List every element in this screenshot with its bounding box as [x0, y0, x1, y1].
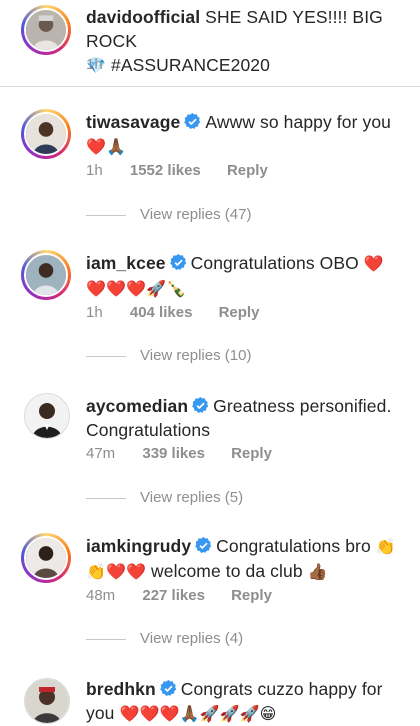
- replies-line: [86, 214, 126, 216]
- comment-meta: 48m 227 likes Reply: [86, 587, 272, 604]
- pray-emoji: 🙏🏾: [106, 137, 127, 156]
- comment-text: iamkingrudy Congratulations bro 👏 👏❤️❤️ w…: [86, 534, 404, 584]
- comment-username[interactable]: bredhkn: [86, 679, 156, 699]
- comment-body: Congratulations bro: [216, 536, 371, 556]
- post-caption: davidoofficial SHE SAID YES!!!! BIG ROCK…: [0, 0, 420, 86]
- avatar-tiwasavage[interactable]: [21, 109, 71, 159]
- heart-emoji: ❤️: [86, 137, 107, 156]
- comment-username[interactable]: aycomedian: [86, 396, 188, 416]
- caption-hashtag[interactable]: #ASSURANCE2020: [111, 55, 270, 75]
- caption-time: 1h: [86, 56, 103, 73]
- comment-body: Congratulations OBO: [190, 253, 359, 273]
- comment-username[interactable]: tiwasavage: [86, 112, 180, 132]
- avatar-iam_kcee[interactable]: [21, 250, 71, 300]
- verified-badge-icon: [192, 397, 209, 414]
- comment-meta: 1h 1552 likes Reply: [86, 162, 268, 179]
- replies-line: [86, 638, 126, 640]
- caption-username[interactable]: davidoofficial: [86, 7, 200, 27]
- comment-meta: 47m 339 likes Reply: [86, 445, 272, 462]
- comment-text: iam_kcee Congratulations OBO ❤️ ❤️❤️❤️🚀🍾: [86, 251, 404, 301]
- reply-button[interactable]: Reply: [231, 587, 272, 604]
- comment-body: Congrats cuzzo happy for: [180, 679, 383, 699]
- comment-username[interactable]: iam_kcee: [86, 253, 166, 273]
- reply-button[interactable]: Reply: [219, 304, 260, 321]
- reply-button[interactable]: Reply: [231, 445, 272, 462]
- verified-badge-icon: [159, 680, 177, 697]
- caption-meta: 1h: [86, 56, 103, 73]
- verified-badge-icon: [169, 254, 187, 271]
- likes-count[interactable]: 1552 likes: [130, 162, 201, 179]
- view-replies-button[interactable]: View replies (47): [86, 206, 251, 226]
- comment-text: aycomedian Greatness personified. Congrat…: [86, 394, 404, 442]
- caption-text: davidoofficial SHE SAID YES!!!! BIG ROCK…: [86, 5, 404, 78]
- comment-time: 47m: [86, 445, 116, 462]
- thumbs-up-emoji: 👍🏾: [307, 562, 328, 581]
- rocket-bottle-emoji: 🚀🍾: [146, 279, 187, 298]
- comment-text: tiwasavage Awww so happy for you ❤️🙏🏾: [86, 110, 404, 159]
- comment-time: 1h: [86, 162, 103, 179]
- hearts-emoji: ❤️❤️❤️: [86, 279, 147, 298]
- misc-emoji: 🙏🏾🚀🚀🚀😁: [179, 704, 277, 723]
- comment-time: 1h: [86, 304, 103, 321]
- comment-text: bredhkn Congrats cuzzo happy for you ❤️❤️…: [86, 677, 404, 726]
- view-replies-button[interactable]: View replies (5): [86, 489, 243, 509]
- comment-body-line2: you: [86, 703, 115, 723]
- likes-count[interactable]: 227 likes: [142, 587, 205, 604]
- reply-button[interactable]: Reply: [227, 162, 268, 179]
- comment-body: Awww so happy for you: [205, 112, 392, 132]
- avatar-davidoofficial[interactable]: [21, 5, 71, 55]
- hearts-emoji: ❤️❤️❤️: [119, 704, 180, 723]
- likes-count[interactable]: 404 likes: [130, 304, 193, 321]
- comment-username[interactable]: iamkingrudy: [86, 536, 191, 556]
- avatar-aycomedian[interactable]: [24, 393, 70, 439]
- likes-count[interactable]: 339 likes: [142, 445, 205, 462]
- clap-emoji: 👏: [375, 537, 396, 556]
- replies-line: [86, 355, 126, 357]
- view-replies-button[interactable]: View replies (4): [86, 630, 243, 650]
- replies-line: [86, 497, 126, 499]
- view-replies-button[interactable]: View replies (10): [86, 347, 251, 367]
- hearts-emoji: ❤️❤️: [106, 562, 147, 581]
- clap-emoji-2: 👏: [86, 562, 107, 581]
- verified-badge-icon: [195, 537, 212, 554]
- caption-divider: [0, 86, 420, 87]
- verified-badge-icon: [184, 113, 201, 130]
- comment-time: 48m: [86, 587, 116, 604]
- avatar-iamkingrudy[interactable]: [21, 533, 71, 583]
- view-replies-label: View replies (4): [140, 630, 244, 647]
- view-replies-label: View replies (10): [140, 347, 252, 364]
- comment-body-line2: welcome to da club: [151, 561, 303, 581]
- view-replies-label: View replies (47): [140, 206, 252, 223]
- comment-meta: 1h 404 likes Reply: [86, 304, 259, 321]
- view-replies-label: View replies (5): [140, 489, 244, 506]
- avatar-bredhkn[interactable]: [24, 678, 70, 724]
- comment-body-line2: Congratulations: [86, 420, 211, 440]
- heart-emoji: ❤️: [363, 254, 384, 273]
- comment-body: Greatness personified.: [213, 396, 392, 416]
